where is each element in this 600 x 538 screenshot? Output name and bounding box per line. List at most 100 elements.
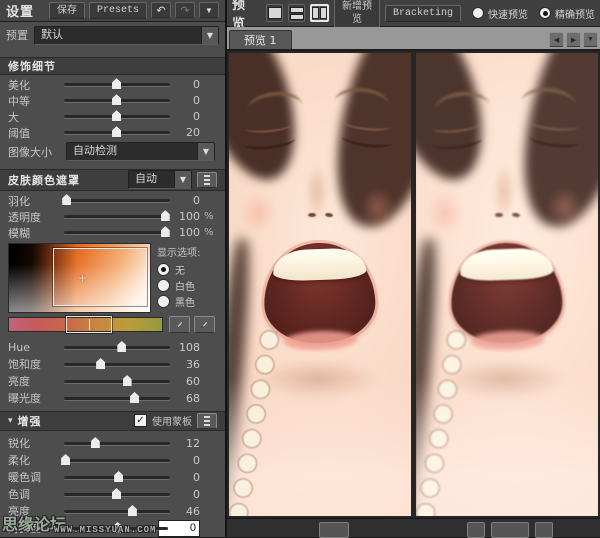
slider-track[interactable] bbox=[64, 199, 170, 202]
use-mask-checkbox[interactable]: ✓ bbox=[134, 414, 147, 427]
view-single-button[interactable] bbox=[266, 4, 283, 22]
slider-label: 暖色调 bbox=[8, 469, 60, 485]
collapse-triangle-icon[interactable]: ▾ bbox=[8, 416, 13, 426]
slider-thumb[interactable] bbox=[123, 375, 132, 386]
undo-icon[interactable]: ↶ bbox=[151, 2, 171, 18]
slider-value: 0 bbox=[174, 78, 200, 91]
preview-image-after[interactable] bbox=[416, 53, 598, 516]
preview-tab-1[interactable]: 预览 1 bbox=[229, 30, 292, 49]
tab-menu-icon[interactable]: ▼ bbox=[583, 32, 598, 47]
skin-mask-mode-arrow-icon[interactable]: ▼ bbox=[174, 171, 191, 188]
eyedropper-add-button[interactable] bbox=[169, 316, 190, 333]
slider-thumb[interactable] bbox=[117, 341, 126, 352]
slider-value: 100 bbox=[174, 210, 200, 223]
slider-value: 36 bbox=[174, 358, 200, 371]
bottom-bar-button[interactable] bbox=[319, 522, 349, 538]
precise-preview-radio[interactable]: 精确预览 bbox=[539, 6, 595, 21]
view-split-horizontal-button[interactable] bbox=[288, 4, 305, 22]
preset-dropdown-arrow-icon[interactable]: ▼ bbox=[201, 27, 218, 44]
slider-thumb[interactable] bbox=[91, 437, 100, 448]
image-size-dropdown-arrow-icon[interactable]: ▼ bbox=[197, 143, 214, 160]
slider-track[interactable] bbox=[64, 510, 170, 513]
skin-mask-mode-dropdown[interactable]: 自动 ▼ bbox=[128, 170, 192, 189]
slider-track[interactable] bbox=[64, 231, 170, 234]
slider-track[interactable] bbox=[64, 493, 170, 496]
preview-image-before[interactable] bbox=[229, 53, 411, 516]
eyedropper-remove-button[interactable] bbox=[194, 316, 215, 333]
slider-thumb[interactable] bbox=[113, 522, 122, 533]
slider-track[interactable] bbox=[64, 397, 170, 400]
slider-thumb[interactable] bbox=[161, 210, 170, 221]
precise-preview-label: 精确预览 bbox=[555, 6, 595, 21]
slider-track[interactable] bbox=[64, 115, 170, 118]
color-selection-rect[interactable] bbox=[53, 248, 147, 305]
image-size-label: 图像大小 bbox=[8, 144, 60, 160]
slider-thumb[interactable] bbox=[112, 94, 121, 105]
slider-track[interactable] bbox=[64, 346, 170, 349]
radio-icon[interactable] bbox=[157, 279, 170, 292]
redo-icon[interactable]: ↷ bbox=[175, 2, 195, 18]
slider-thumb[interactable] bbox=[161, 226, 170, 237]
slider-value: 0 bbox=[174, 94, 200, 107]
slider-label: 透明度 bbox=[8, 209, 60, 225]
zoom-level-field[interactable] bbox=[491, 522, 529, 538]
slider-track[interactable] bbox=[64, 476, 170, 479]
slider-label: 模糊 bbox=[8, 225, 60, 241]
slider-track[interactable] bbox=[64, 380, 170, 383]
image-size-dropdown[interactable]: 自动检测 ▼ bbox=[66, 142, 215, 161]
bracketing-button[interactable]: Bracketing bbox=[385, 5, 461, 22]
tab-scroll-right-icon[interactable]: ▶ bbox=[566, 32, 581, 47]
display-option-none[interactable]: 无 bbox=[157, 262, 215, 277]
smoothing-section-title: 修饰细节 bbox=[8, 58, 56, 74]
view-split-vertical-button[interactable] bbox=[310, 4, 329, 22]
slider-thumb[interactable] bbox=[112, 126, 121, 137]
radio-icon[interactable] bbox=[157, 295, 170, 308]
zoom-in-button[interactable] bbox=[535, 522, 553, 538]
slider-thumb[interactable] bbox=[96, 358, 105, 369]
color-gradient-field[interactable]: + bbox=[8, 243, 151, 313]
presets-button[interactable]: Presets bbox=[89, 2, 147, 19]
slider-value: 46 bbox=[174, 505, 200, 518]
preset-dropdown[interactable]: 默认 ▼ bbox=[34, 26, 219, 45]
radio-icon[interactable] bbox=[157, 263, 170, 276]
slider-label: 对比度 bbox=[8, 520, 60, 536]
slider-track[interactable] bbox=[64, 527, 168, 530]
slider-thumb[interactable] bbox=[62, 194, 71, 205]
single-pane-icon bbox=[268, 7, 282, 19]
slider-value: 68 bbox=[174, 392, 200, 405]
skin-mask-overlay-toggle-button[interactable] bbox=[197, 172, 217, 188]
slider-track[interactable] bbox=[64, 83, 170, 86]
slider-track[interactable] bbox=[64, 215, 170, 218]
radio-icon[interactable] bbox=[472, 7, 484, 19]
new-preview-button[interactable]: 新增预览 bbox=[334, 0, 380, 28]
radio-icon[interactable] bbox=[539, 7, 551, 19]
slider-unit: % bbox=[204, 227, 215, 238]
display-option-none-label: 无 bbox=[175, 262, 185, 277]
slider-track[interactable] bbox=[64, 459, 170, 462]
zoom-out-button[interactable] bbox=[467, 522, 485, 538]
hue-selection-box[interactable] bbox=[66, 316, 112, 333]
slider-row: 对比度 bbox=[0, 520, 225, 537]
slider-track[interactable] bbox=[64, 442, 170, 445]
hue-strip[interactable] bbox=[8, 317, 163, 332]
smoothing-section-header: 修饰细节 bbox=[0, 57, 225, 75]
slider-thumb[interactable] bbox=[128, 505, 137, 516]
quick-preview-radio[interactable]: 快速预览 bbox=[472, 6, 528, 21]
portrait-cheek bbox=[360, 187, 396, 229]
portrait-photo bbox=[416, 53, 598, 516]
settings-menu-arrow-icon[interactable]: ▼ bbox=[199, 2, 219, 18]
display-option-white[interactable]: 白色 bbox=[157, 278, 215, 293]
save-button[interactable]: 保存 bbox=[49, 2, 85, 19]
slider-thumb[interactable] bbox=[112, 78, 121, 89]
display-option-black[interactable]: 黑色 bbox=[157, 294, 215, 309]
slider-thumb[interactable] bbox=[112, 110, 121, 121]
slider-thumb[interactable] bbox=[112, 488, 121, 499]
enhance-overlay-toggle-button[interactable] bbox=[197, 413, 217, 429]
slider-thumb[interactable] bbox=[130, 392, 139, 403]
slider-track[interactable] bbox=[64, 363, 170, 366]
slider-track[interactable] bbox=[64, 99, 170, 102]
slider-thumb[interactable] bbox=[61, 454, 70, 465]
tab-scroll-left-icon[interactable]: ◀ bbox=[549, 32, 564, 47]
slider-thumb[interactable] bbox=[114, 471, 123, 482]
slider-track[interactable] bbox=[64, 131, 170, 134]
